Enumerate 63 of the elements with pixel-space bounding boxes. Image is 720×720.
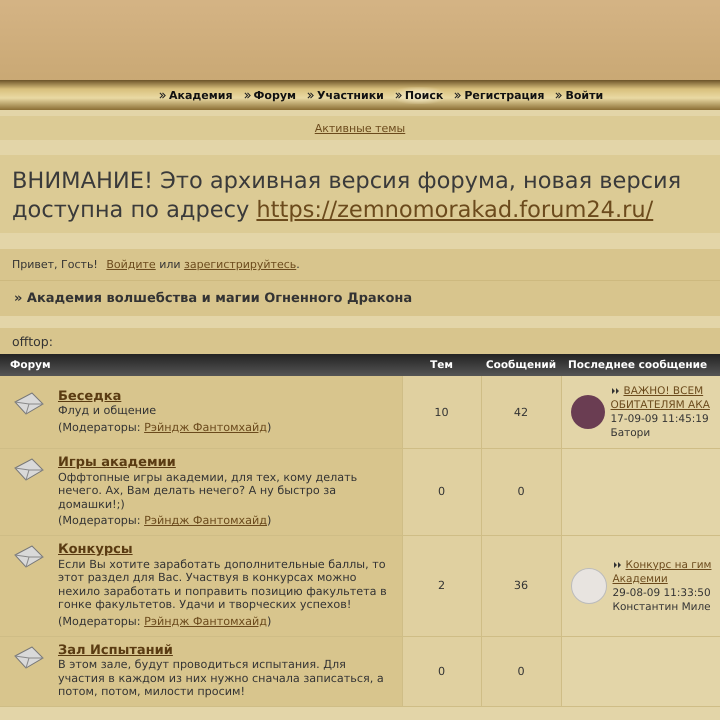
or-text: или	[159, 258, 181, 271]
post-count: 42	[514, 406, 528, 418]
moderators-label: (Модераторы:	[58, 514, 141, 528]
breadcrumb[interactable]: » Академия волшебства и магии Огненного Дракона	[0, 281, 720, 316]
forum-title-link[interactable]: Зал Испытаний	[58, 644, 388, 658]
forum-description: Оффтопные игры академии, для тех, кому делать нечего. Ах, Вам делать нечего? А ну быстро за домашки!;)	[58, 470, 358, 512]
double-chevron-icon	[244, 92, 251, 98]
post-count: 36	[514, 579, 528, 592]
double-chevron-icon	[159, 92, 166, 98]
forum-link[interactable]: https://zemnomorakad.forum24.ru/	[256, 197, 654, 223]
column-header: Сообщений	[486, 359, 556, 371]
topic-count: 0	[438, 664, 446, 678]
last-post-link[interactable]: Конкурс на гим	[626, 558, 712, 572]
double-arrow-icon	[610, 387, 620, 395]
forum-title-link[interactable]: Конкурсы	[58, 542, 388, 557]
double-chevron-icon	[394, 92, 402, 98]
avatar-circle	[570, 568, 606, 604]
forum-description: Если Вы хотите заработать дополнительные баллы, то этот раздел для Вас. Участвуя в конкурсах можно нехило заработать и поправить позицию факультета в гонке факультетов. Удачи и творческих успехов!	[58, 558, 388, 612]
closing-paren: )	[267, 420, 272, 434]
nav-link[interactable]: Регистрация	[453, 86, 546, 104]
forum-description: Флуд и общение	[58, 404, 158, 418]
nav-link[interactable]: Участники	[306, 86, 385, 104]
topic-count: 10	[434, 406, 449, 418]
moderator-link[interactable]: Рэйндж Фантомхайд	[144, 614, 268, 628]
last-post-link[interactable]: Академии	[612, 572, 668, 586]
notice-text: ВНИМАНИЕ! Это архивная версия форума, новая версия доступна по адресу https://zemnomorakad.forum24.ru/	[12, 167, 682, 225]
last-post-link[interactable]: ВАЖНО! ВСЕМ	[624, 384, 704, 398]
nav-link[interactable]: Академия	[158, 86, 234, 104]
moderator-link[interactable]: Рэйндж Фантомхайд	[144, 514, 268, 528]
post-count: 0	[517, 485, 525, 498]
closing-paren: )	[267, 514, 272, 528]
post-author: Константин Миле	[612, 600, 712, 614]
moderators-label: (Модераторы:	[58, 614, 141, 628]
moderators-label: (Модераторы:	[58, 420, 141, 434]
topic-count: 0	[438, 485, 446, 498]
active-topics-link[interactable]: Активные темы	[314, 122, 406, 134]
moderator-link[interactable]: Рэйндж Фантомхайд	[144, 420, 268, 434]
closing-paren: )	[267, 614, 272, 628]
column-header: Последнее сообщение	[568, 359, 708, 371]
post-date: 17-09-09 11:45:19	[610, 412, 710, 426]
forum-description: В этом зале, будут проводиться испытания. Для участия в каждом из них нужно сначала записаться, а потом, потом, милости просим!	[58, 658, 385, 699]
category-title: offtop:	[12, 334, 53, 349]
double-chevron-icon	[307, 92, 314, 98]
nav-link[interactable]: Поиск	[394, 86, 444, 104]
login-link[interactable]: Войдите	[106, 258, 156, 271]
nav-link[interactable]: Войти	[554, 86, 604, 104]
last-post-link[interactable]: ОБИТАТЕЛЯМ АКА	[610, 398, 710, 412]
nav-link[interactable]: Форум	[242, 86, 298, 104]
double-chevron-icon	[555, 92, 562, 98]
column-header: Тем	[430, 359, 453, 371]
post-date: 29-08-09 11:33:50	[612, 586, 712, 600]
forum-title-link[interactable]: Игры академии	[58, 456, 388, 470]
period-text: .	[296, 258, 300, 271]
forum-title-link[interactable]: Беседка	[58, 390, 388, 404]
double-arrow-icon	[612, 560, 622, 569]
register-link[interactable]: зарегистрируйтесь	[184, 258, 296, 271]
column-header: Форум	[10, 359, 51, 371]
post-author: Батори	[610, 426, 652, 440]
topic-count: 2	[438, 579, 446, 592]
greeting-text: Привет, Гость!	[12, 258, 98, 271]
avatar-circle	[570, 395, 604, 429]
post-count: 0	[517, 664, 525, 678]
double-chevron-icon	[454, 92, 462, 98]
